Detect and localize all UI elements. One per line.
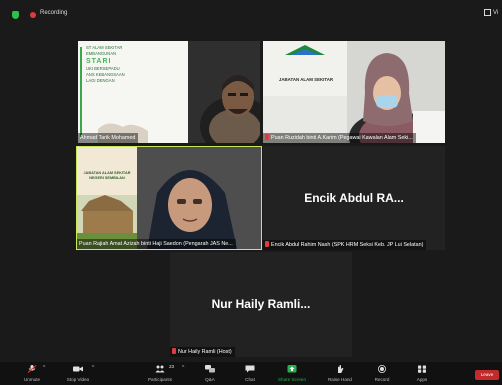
- participant-name-abdul: Encik Abdul Rahim Nash (SPK HRM Seksi Ke…: [263, 240, 427, 250]
- recording-label[interactable]: Recording: [40, 10, 67, 16]
- chat-icon: [245, 365, 255, 373]
- ruzidah-video-feed: [263, 41, 445, 143]
- participant-name-ruzidah: Puan Ruzidah binti A.Karim (Pegawai Kawa…: [263, 133, 416, 143]
- leave-button[interactable]: Leave: [475, 370, 499, 380]
- slide-line-6: LAGI DENGAN: [86, 78, 115, 83]
- qa-button[interactable]: Q&A: [200, 362, 220, 385]
- top-bar: Recording Vi: [0, 0, 502, 30]
- chat-button[interactable]: Chat: [240, 362, 260, 385]
- video-options-caret[interactable]: ^: [91, 362, 99, 385]
- participant-display-name-abdul: Encik Abdul RA...: [304, 191, 404, 205]
- participant-name-nur-haily: Nur Haily Ramli (Host): [170, 347, 235, 357]
- view-button[interactable]: Vi: [484, 9, 498, 16]
- view-label: Vi: [493, 10, 499, 17]
- stop-video-label: Stop Video: [66, 377, 90, 382]
- share-screen-button[interactable]: Share Screen: [278, 362, 306, 385]
- participants-button[interactable]: 23 Participants: [148, 362, 174, 385]
- participant-name-ahmad: Ahmad Tarik Mohamed: [78, 133, 139, 143]
- share-screen-icon: [287, 365, 297, 373]
- slide-text: ST ALAM SEKITAR EMBANGUNAN STARI UKI BER…: [86, 45, 125, 84]
- raise-hand-button[interactable]: Raise Hand: [328, 362, 352, 385]
- video-tile-rajiah[interactable]: JABATAN ALAM SEKITAR NEGERI SEMBILAN Pua…: [76, 146, 262, 250]
- muted-mic-icon: [265, 241, 269, 247]
- record-icon: [378, 365, 386, 373]
- video-camera-icon: [73, 366, 83, 372]
- muted-mic-icon: [172, 348, 176, 354]
- apps-button[interactable]: Apps: [412, 362, 432, 385]
- rajiah-video-feed: [77, 147, 261, 249]
- video-tile-ahmad[interactable]: ST ALAM SEKITAR EMBANGUNAN STARI UKI BER…: [78, 41, 260, 143]
- participants-count: 23: [169, 364, 175, 369]
- video-tile-abdul[interactable]: Encik Abdul RA... Encik Abdul Rahim Nash…: [263, 146, 445, 250]
- jas-ns-line-2: NEGERI SEMBILAN: [89, 176, 125, 180]
- muted-mic-icon: [27, 365, 37, 373]
- raise-hand-icon: [338, 365, 344, 373]
- meeting-toolbar: Unmute ^ Stop Video ^ 23 Participants ^ …: [0, 362, 502, 385]
- gallery-view-icon: [484, 9, 491, 16]
- jas-banner-text: JABATAN ALAM SEKITAR: [278, 77, 334, 82]
- unmute-button[interactable]: Unmute: [22, 362, 42, 385]
- participants-icon: [155, 365, 165, 373]
- participant-name-rajiah: Puan Rajiah Amat Azizah binti Haji Saedo…: [77, 239, 236, 249]
- muted-mic-icon: [265, 134, 269, 140]
- recording-dot-icon: [30, 12, 36, 18]
- apps-label: Apps: [416, 377, 428, 382]
- slide-line-3: STARI: [86, 58, 112, 65]
- qa-icon: [205, 365, 215, 373]
- record-button[interactable]: Record: [372, 362, 392, 385]
- video-tile-nur-haily[interactable]: Nur Haily Ramli... Nur Haily Ramli (Host…: [170, 252, 352, 357]
- participant-display-name-nur-haily: Nur Haily Ramli...: [211, 297, 311, 311]
- apps-icon: [418, 365, 426, 373]
- video-tile-ruzidah[interactable]: JABATAN ALAM SEKITAR Puan Ruzidah binti …: [263, 41, 445, 143]
- stop-video-button[interactable]: Stop Video: [67, 362, 89, 385]
- security-shield-icon[interactable]: [12, 11, 19, 19]
- jas-ns-banner: JABATAN ALAM SEKITAR NEGERI SEMBILAN: [79, 171, 135, 181]
